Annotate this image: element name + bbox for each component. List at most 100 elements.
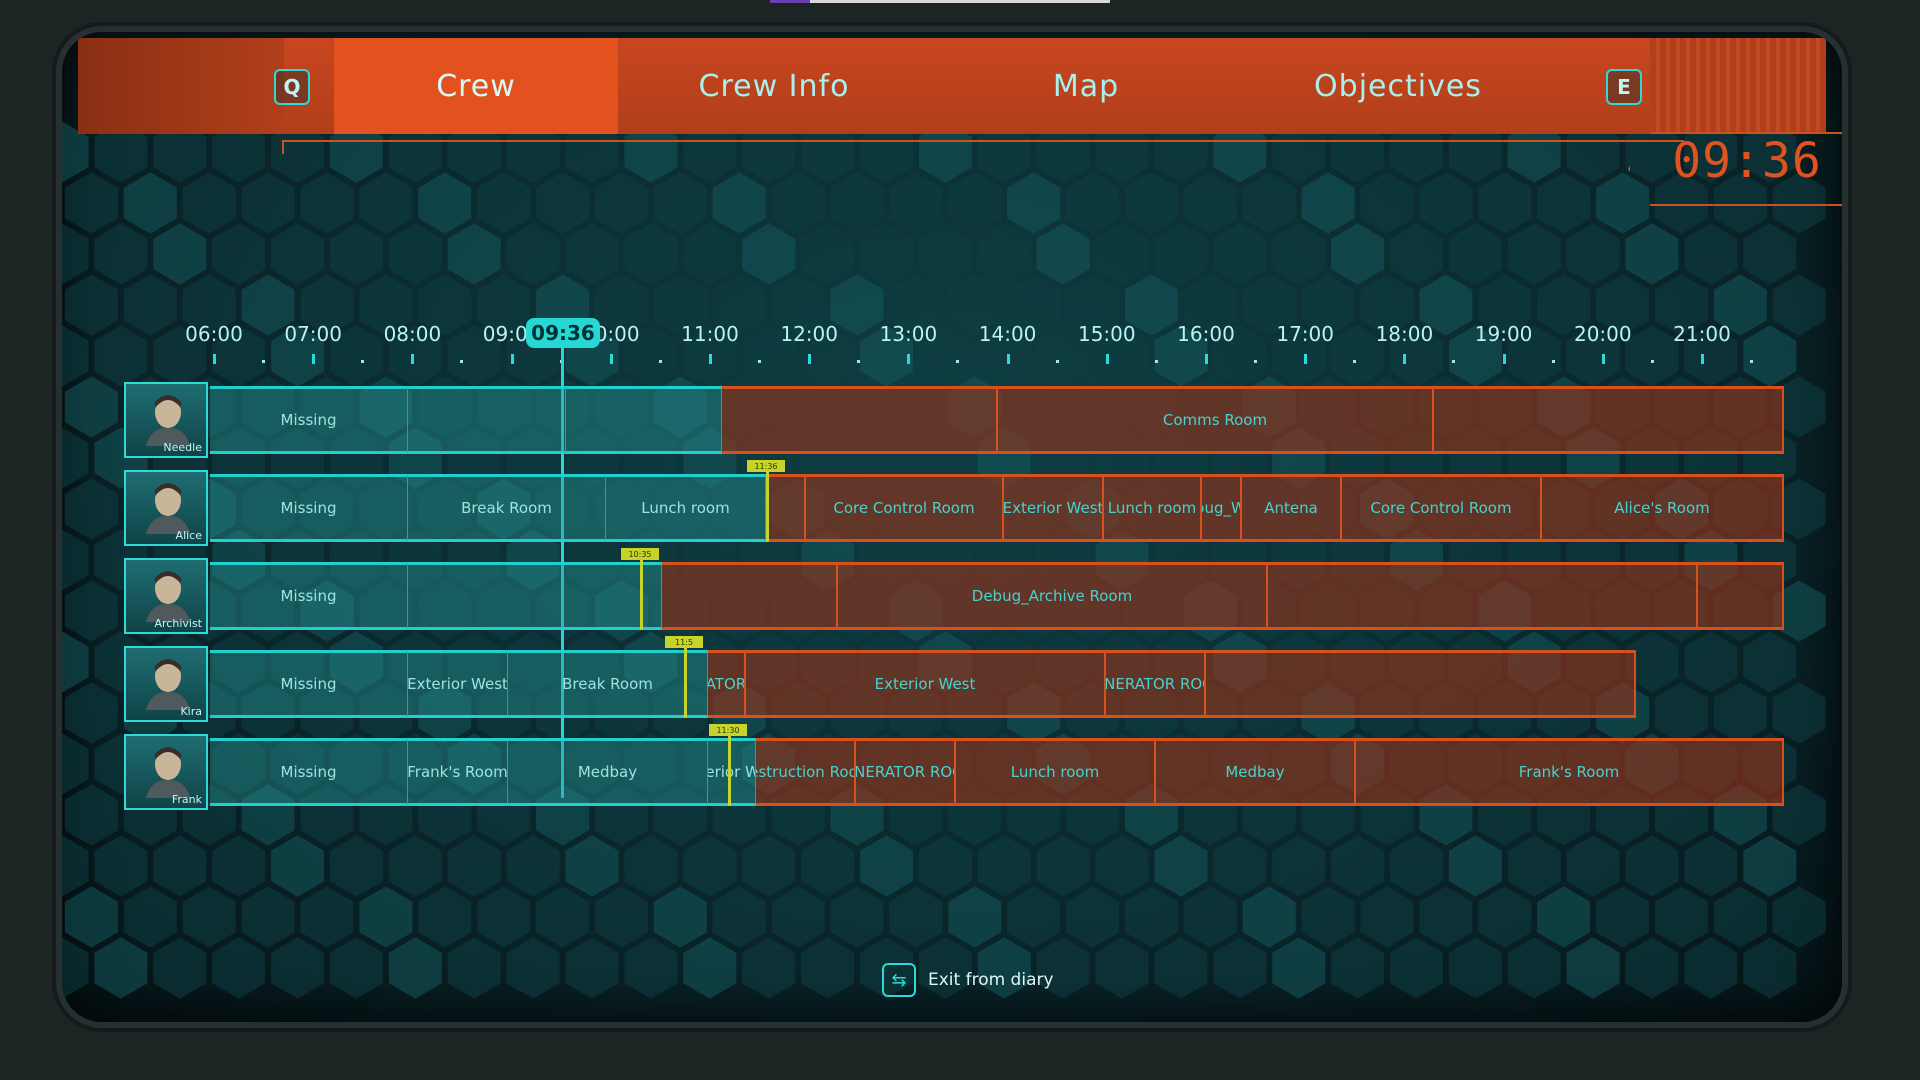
position-marker-line bbox=[684, 648, 687, 718]
schedule-slot[interactable]: Missing bbox=[210, 386, 408, 454]
current-position-marker: 11:36 bbox=[747, 460, 785, 472]
schedule-slot[interactable] bbox=[1206, 650, 1636, 718]
hex-cell bbox=[388, 223, 442, 285]
hex-cell bbox=[506, 835, 560, 897]
schedule-slot[interactable] bbox=[722, 386, 998, 454]
schedule-track: Missing Debug_Archive Room 10:35 bbox=[210, 548, 1784, 630]
schedule-slot[interactable] bbox=[1268, 562, 1698, 630]
schedule-slot[interactable]: GENERATOR ROOM bbox=[708, 650, 746, 718]
schedule-slot[interactable]: Lunch room bbox=[606, 474, 766, 542]
hour-label: 21:00 bbox=[1673, 322, 1731, 346]
schedule-slot[interactable]: Exterior West bbox=[408, 650, 508, 718]
hex-cell bbox=[683, 835, 737, 897]
top-tab-bar: Q Crew Crew Info Map Objectives E bbox=[78, 38, 1826, 134]
crew-portrait[interactable]: Alice bbox=[124, 470, 208, 546]
schedule-slot[interactable]: Core Control Room bbox=[1342, 474, 1542, 542]
schedule-slot[interactable]: GENERATOR ROOM bbox=[856, 738, 956, 806]
hour-label: 20:00 bbox=[1573, 322, 1632, 346]
position-marker-line bbox=[728, 736, 731, 806]
schedule-slot[interactable]: Lunch room bbox=[1104, 474, 1202, 542]
schedule-slot[interactable]: Missing bbox=[210, 474, 408, 542]
hex-cell bbox=[271, 937, 325, 999]
schedule-slot[interactable]: Debug_West bbox=[1202, 474, 1242, 542]
schedule-slot[interactable]: Frank's Room bbox=[408, 738, 508, 806]
portrait-icon bbox=[146, 395, 190, 446]
hex-cell bbox=[1537, 172, 1591, 234]
hex-cell bbox=[977, 223, 1031, 285]
tab-objectives[interactable]: Objectives bbox=[1242, 38, 1554, 134]
schedule-slot[interactable]: Missing bbox=[210, 650, 408, 718]
hour-label: 15:00 bbox=[1077, 322, 1136, 346]
schedule-slot[interactable]: Medbay bbox=[1156, 738, 1356, 806]
schedule-slot[interactable]: Missing bbox=[210, 562, 408, 630]
exit-diary-button[interactable]: ⇆ Exit from diary bbox=[882, 962, 1054, 998]
crew-portrait[interactable]: Kira bbox=[124, 646, 208, 722]
hex-cell bbox=[624, 223, 678, 285]
schedule-slot[interactable]: Break Room bbox=[408, 474, 606, 542]
schedule-slot[interactable]: Exterior West bbox=[746, 650, 1106, 718]
current-position-marker: 10:35 bbox=[621, 548, 659, 560]
schedule-slot[interactable]: Exterior West bbox=[1004, 474, 1104, 542]
schedule-slot[interactable]: Destruction Room bbox=[756, 738, 856, 806]
hex-cell bbox=[1390, 937, 1443, 999]
crew-portrait[interactable]: Archivist bbox=[124, 558, 208, 634]
timeline-hours: 06:00 07:00 08:00 09:00 10:00 11:00 12:00 13:00… bbox=[62, 322, 1842, 362]
current-position-marker: 11:30 bbox=[709, 724, 747, 736]
crew-row-frank: FrankMissingFrank's RoomMedbayExterior W… bbox=[124, 724, 1784, 810]
portrait-icon bbox=[146, 483, 190, 534]
schedule-slot[interactable] bbox=[408, 386, 566, 454]
schedule-slot[interactable]: Alice's Room bbox=[1542, 474, 1784, 542]
schedule-slot[interactable]: Core Control Room bbox=[806, 474, 1004, 542]
schedule-slot[interactable]: Exterior West bbox=[708, 738, 756, 806]
schedule-slot[interactable]: Comms Room bbox=[998, 386, 1434, 454]
schedule-slot[interactable]: GENERATOR ROOM bbox=[1106, 650, 1206, 718]
hex-cell bbox=[1066, 886, 1120, 948]
schedule-slot[interactable] bbox=[1434, 386, 1784, 454]
hex-cell bbox=[1478, 172, 1532, 234]
schedule-slot[interactable]: Lunch room bbox=[956, 738, 1156, 806]
half-hour-dot bbox=[460, 360, 464, 363]
crew-portrait[interactable]: Needle bbox=[124, 382, 208, 458]
half-hour-dot bbox=[1055, 360, 1059, 363]
tab-map[interactable]: Map bbox=[930, 38, 1242, 134]
hex-cell bbox=[271, 223, 325, 285]
schedule-slot[interactable]: Frank's Room bbox=[1356, 738, 1784, 806]
hex-cell bbox=[595, 172, 648, 234]
schedule-slot[interactable]: Medbay bbox=[508, 738, 708, 806]
hex-cell bbox=[1213, 937, 1267, 999]
crew-portrait[interactable]: Frank bbox=[124, 734, 208, 810]
prev-tab-key-q[interactable]: Q bbox=[274, 69, 310, 105]
hour-tick bbox=[1205, 354, 1208, 364]
hex-cell bbox=[447, 937, 501, 999]
schedule-slot[interactable]: Missing bbox=[210, 738, 408, 806]
next-tab-key-e[interactable]: E bbox=[1606, 69, 1642, 105]
hex-cell bbox=[1743, 223, 1797, 285]
hex-cell bbox=[1625, 937, 1679, 999]
tab-crew-info[interactable]: Crew Info bbox=[618, 38, 930, 134]
hex-cell bbox=[1596, 886, 1650, 948]
schedule-slot[interactable] bbox=[1698, 562, 1784, 630]
hex-cell bbox=[94, 835, 148, 897]
hour-label: 17:00 bbox=[1276, 322, 1334, 346]
tab-crew[interactable]: Crew bbox=[334, 38, 618, 134]
hour-label: 06:00 bbox=[185, 322, 243, 346]
half-hour-dot bbox=[1254, 360, 1257, 363]
hour-tick bbox=[709, 354, 712, 364]
schedule-slot[interactable]: Antena bbox=[1242, 474, 1342, 542]
hex-cell bbox=[536, 172, 590, 234]
hour-tick bbox=[1304, 354, 1308, 364]
schedule-slot[interactable] bbox=[662, 562, 838, 630]
hex-cell bbox=[1301, 886, 1355, 948]
exit-icon: ⇆ bbox=[882, 963, 916, 997]
hex-cell bbox=[683, 937, 737, 999]
schedule-slot[interactable]: Break Room bbox=[508, 650, 708, 718]
schedule-slot[interactable]: Debug_Archive Room bbox=[838, 562, 1268, 630]
hex-cell bbox=[94, 937, 148, 999]
hex-cell bbox=[64, 886, 118, 948]
schedule-slot[interactable] bbox=[408, 562, 662, 630]
topbar-left-decoration bbox=[78, 38, 284, 134]
hex-cell bbox=[506, 937, 560, 999]
hour-tick bbox=[1701, 354, 1704, 364]
schedule-slot[interactable] bbox=[766, 474, 806, 542]
schedule-slot[interactable] bbox=[566, 386, 722, 454]
